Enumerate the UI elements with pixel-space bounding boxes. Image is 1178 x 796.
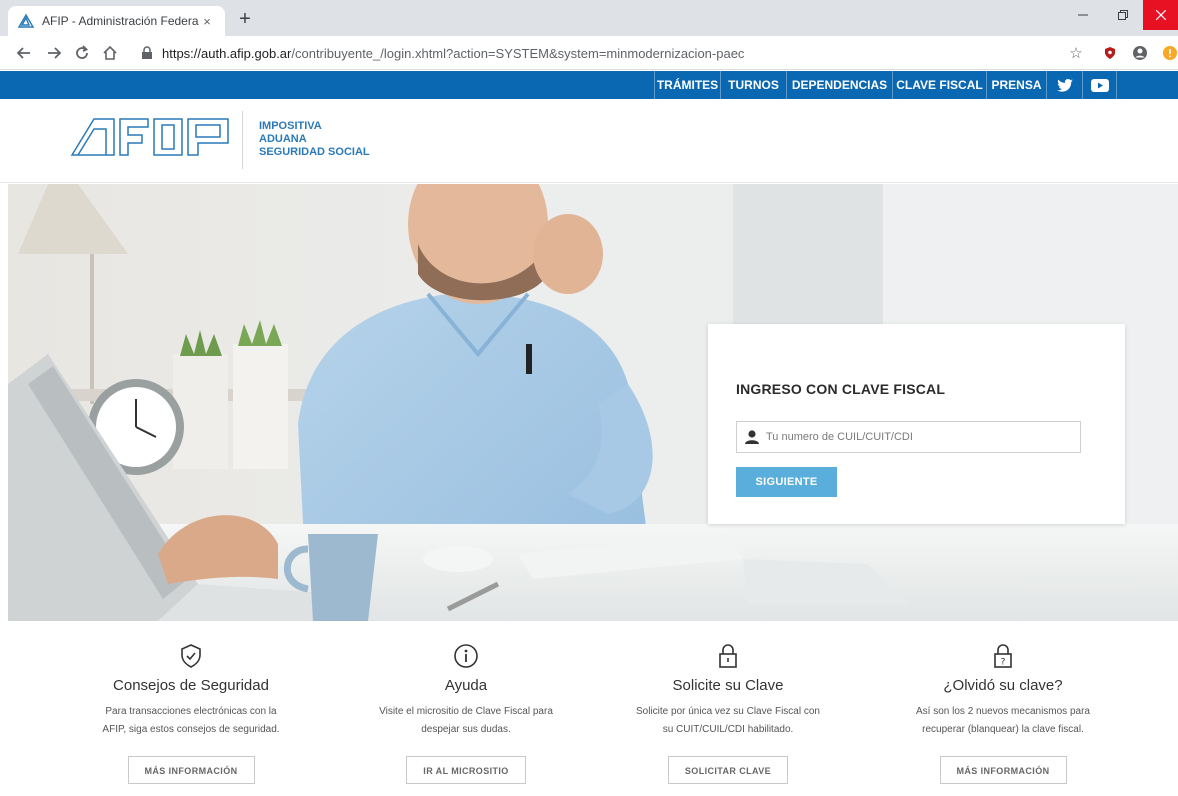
url-host: https://auth.afip.gob.ar bbox=[162, 45, 292, 61]
shield-check-icon bbox=[181, 644, 201, 668]
afip-favicon-icon bbox=[18, 13, 34, 28]
window-close-button[interactable] bbox=[1143, 0, 1178, 30]
ir-al-micrositio-button[interactable]: IR AL MICROSITIO bbox=[406, 756, 526, 784]
twitter-icon bbox=[1056, 79, 1073, 92]
cuit-input-field[interactable] bbox=[736, 421, 1081, 453]
feature-desc-line: su CUIT/CUIL/CDI habilitado. bbox=[662, 724, 794, 735]
close-icon bbox=[1155, 10, 1166, 20]
feature-description: Para transacciones electrónicas con la A… bbox=[60, 703, 322, 739]
home-icon bbox=[103, 45, 117, 60]
login-title: INGRESO CON CLAVE FISCAL bbox=[736, 381, 946, 397]
update-alert-icon[interactable] bbox=[1161, 44, 1178, 62]
brand-line-aduana: ADUANA bbox=[259, 133, 307, 145]
solicitar-clave-button[interactable]: SOLICITAR CLAVE bbox=[667, 756, 789, 784]
afip-login-page: TRÁMITES TURNOS DEPENDENCIAS CLAVE FISCA… bbox=[0, 71, 1178, 796]
reload-button[interactable] bbox=[70, 41, 94, 65]
feature-description: Solicite por única vez su Clave Fiscal c… bbox=[597, 703, 859, 739]
arrow-left-icon bbox=[16, 47, 30, 59]
bookmark-star-icon[interactable]: ☆ bbox=[1067, 44, 1085, 62]
feature-seguridad: Consejos de Seguridad Para transacciones… bbox=[60, 643, 322, 784]
youtube-icon bbox=[1090, 79, 1109, 92]
feature-description: Así son los 2 nuevos mecanismos para rec… bbox=[872, 703, 1134, 739]
feature-solicite-clave: Solicite su Clave Solicite por única vez… bbox=[597, 643, 859, 784]
top-navigation: TRÁMITES TURNOS DEPENDENCIAS CLAVE FISCA… bbox=[0, 71, 1178, 99]
nav-dependencias[interactable]: DEPENDENCIAS bbox=[786, 71, 892, 99]
feature-title: Solicite su Clave bbox=[672, 677, 784, 694]
feature-desc-line: despejar sus dudas. bbox=[421, 724, 511, 735]
feature-desc-line: Así son los 2 nuevos mecanismos para bbox=[916, 706, 1090, 717]
nav-youtube[interactable] bbox=[1082, 71, 1116, 99]
browser-tab-bar: AFIP - Administración Federal × + bbox=[0, 0, 1178, 36]
new-tab-button[interactable]: + bbox=[233, 8, 257, 32]
padlock-icon bbox=[142, 46, 152, 59]
afip-logo[interactable] bbox=[70, 117, 230, 157]
restore-icon bbox=[1118, 10, 1128, 20]
account-circle-icon bbox=[1133, 46, 1147, 60]
warning-dot-icon bbox=[1163, 46, 1177, 60]
feature-olvido-clave: ? ¿Olvidó su clave? Así son los 2 nuevos… bbox=[872, 643, 1134, 784]
shield-extension-icon bbox=[1105, 47, 1115, 59]
siguiente-button[interactable]: SIGUIENTE bbox=[736, 467, 837, 497]
window-restore-button[interactable] bbox=[1103, 0, 1143, 30]
reload-icon bbox=[76, 45, 89, 59]
brand-divider bbox=[242, 111, 243, 169]
nav-end-divider bbox=[1116, 71, 1117, 99]
login-card: INGRESO CON CLAVE FISCAL SIGUIENTE bbox=[708, 324, 1125, 524]
feature-title: Ayuda bbox=[444, 677, 488, 694]
back-button[interactable] bbox=[12, 41, 36, 65]
feature-desc-line: Para transacciones electrónicas con la bbox=[105, 706, 277, 717]
url-path: /contribuyente_/login.xhtml?action=SYSTE… bbox=[291, 45, 745, 61]
nav-prensa[interactable]: PRENSA bbox=[986, 71, 1046, 99]
feature-desc-line: Solicite por única vez su Clave Fiscal c… bbox=[636, 706, 820, 717]
lock-question-icon: ? bbox=[994, 644, 1012, 668]
brand-line-impositiva: IMPOSITIVA bbox=[259, 120, 322, 132]
minimize-icon bbox=[1078, 14, 1088, 16]
feature-description: Visite el micrositio de Clave Fiscal par… bbox=[335, 703, 597, 739]
tab-title: AFIP - Administración Federal bbox=[42, 14, 199, 28]
feature-title: ¿Olvidó su clave? bbox=[943, 677, 1063, 694]
cuit-input[interactable] bbox=[766, 423, 1080, 451]
tab-close-icon[interactable]: × bbox=[199, 14, 215, 29]
browser-toolbar: https://auth.afip.gob.ar/contribuyente_/… bbox=[0, 36, 1178, 70]
brand-tagline: IMPOSITIVA ADUANA SEGURIDAD SOCIAL bbox=[259, 120, 370, 159]
lock-icon bbox=[719, 644, 737, 668]
address-bar[interactable]: https://auth.afip.gob.ar/contribuyente_/… bbox=[130, 40, 1095, 66]
user-icon bbox=[745, 430, 759, 444]
profile-avatar-icon[interactable] bbox=[1131, 44, 1149, 62]
svg-text:?: ? bbox=[1001, 658, 1006, 668]
feature-desc-line: AFIP, siga estos consejos de seguridad. bbox=[102, 724, 280, 735]
browser-tab[interactable]: AFIP - Administración Federal × bbox=[8, 6, 225, 36]
feature-ayuda: Ayuda Visite el micrositio de Clave Fisc… bbox=[335, 643, 597, 784]
feature-desc-line: recuperar (blanquear) la clave fiscal. bbox=[922, 724, 1084, 735]
forward-button[interactable] bbox=[42, 41, 66, 65]
mas-informacion-button[interactable]: MÁS INFORMACIÓN bbox=[127, 756, 255, 784]
feature-title: Consejos de Seguridad bbox=[113, 677, 269, 694]
site-header: IMPOSITIVA ADUANA SEGURIDAD SOCIAL bbox=[0, 99, 1178, 183]
nav-twitter[interactable] bbox=[1046, 71, 1082, 99]
brand-line-seguridad-social: SEGURIDAD SOCIAL bbox=[259, 146, 370, 158]
feature-desc-line: Visite el micrositio de Clave Fiscal par… bbox=[379, 706, 553, 717]
hero-banner: INGRESO CON CLAVE FISCAL SIGUIENTE bbox=[8, 184, 1178, 621]
extension-icon[interactable] bbox=[1101, 44, 1119, 62]
home-button[interactable] bbox=[98, 41, 122, 65]
nav-clave-fiscal[interactable]: CLAVE FISCAL bbox=[892, 71, 986, 99]
info-icon bbox=[454, 644, 478, 668]
mas-informacion-button[interactable]: MÁS INFORMACIÓN bbox=[939, 756, 1067, 784]
nav-tramites[interactable]: TRÁMITES bbox=[654, 71, 720, 99]
window-minimize-button[interactable] bbox=[1063, 0, 1103, 30]
arrow-right-icon bbox=[48, 47, 62, 59]
nav-turnos[interactable]: TURNOS bbox=[720, 71, 786, 99]
